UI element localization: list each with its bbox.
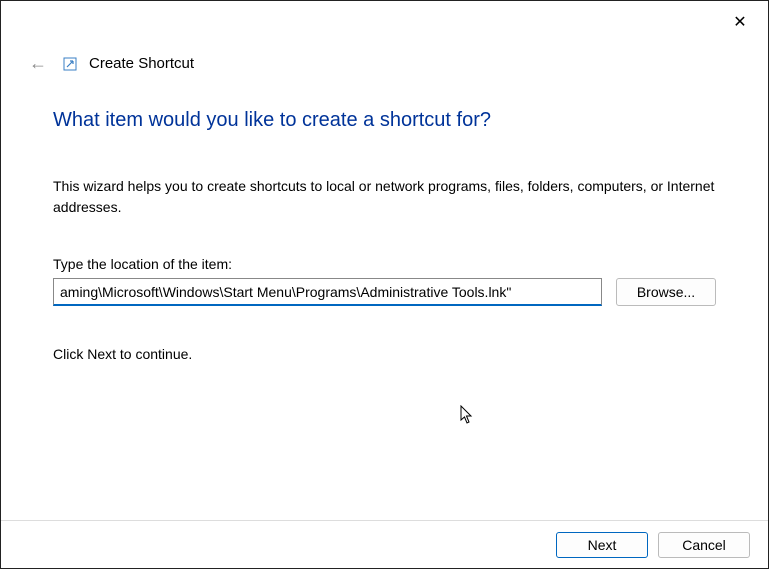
mouse-cursor-icon — [460, 405, 476, 430]
back-button[interactable]: ← — [25, 53, 51, 74]
browse-button[interactable]: Browse... — [616, 278, 716, 306]
description-text: This wizard helps you to create shortcut… — [53, 176, 716, 218]
location-input[interactable] — [53, 278, 602, 306]
back-arrow-icon: ← — [29, 53, 47, 73]
shortcut-icon — [63, 57, 77, 71]
page-heading: What item would you like to create a sho… — [53, 109, 716, 132]
location-label: Type the location of the item: — [53, 256, 716, 272]
wizard-window: ✕ ← Create Shortcut What item would you … — [0, 0, 769, 569]
wizard-footer: Next Cancel — [1, 520, 768, 568]
wizard-content: What item would you like to create a sho… — [53, 109, 716, 362]
close-button[interactable]: ✕ — [730, 13, 750, 33]
close-icon: ✕ — [733, 14, 746, 31]
wizard-header: ← Create Shortcut — [25, 53, 194, 74]
cancel-button[interactable]: Cancel — [658, 532, 750, 558]
wizard-title: Create Shortcut — [89, 55, 194, 72]
next-button[interactable]: Next — [556, 532, 648, 558]
input-row: Browse... — [53, 278, 716, 306]
continue-text: Click Next to continue. — [53, 346, 716, 362]
